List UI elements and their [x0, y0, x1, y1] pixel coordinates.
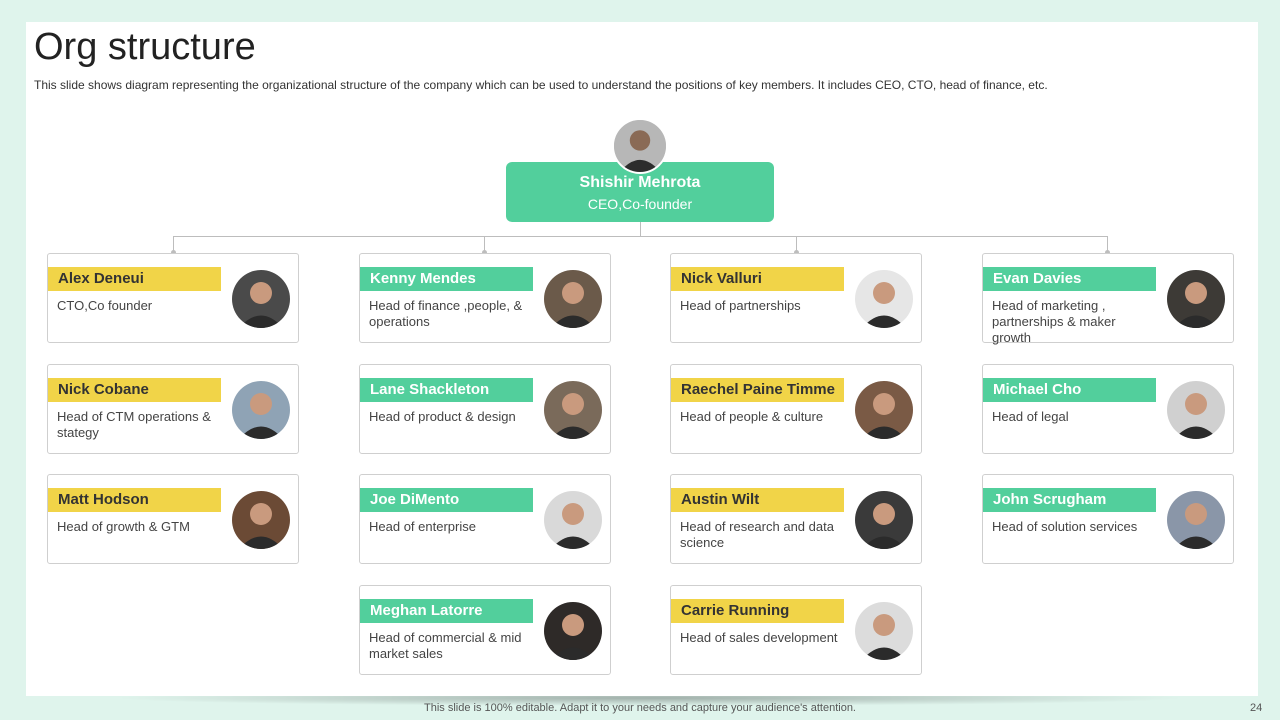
member-name: Alex Deneui — [48, 267, 221, 291]
person-photo-icon — [855, 270, 913, 328]
person-photo-icon — [544, 491, 602, 549]
person-photo-icon — [544, 602, 602, 660]
member-card[interactable]: Joe DiMento Head of enterprise — [359, 474, 611, 564]
member-avatar — [544, 381, 602, 439]
member-role: Head of marketing , partnerships & maker… — [992, 298, 1116, 345]
ceo-name: Shishir Mehrota — [579, 174, 701, 191]
member-name: Lane Shackleton — [360, 378, 533, 402]
ceo-role: CEO,Co-founder — [587, 196, 693, 212]
member-avatar — [1167, 491, 1225, 549]
member-card[interactable]: Carrie Running Head of sales development — [670, 585, 922, 675]
member-card[interactable]: Kenny Mendes Head of finance ,people, & o… — [359, 253, 611, 343]
member-name: Evan Davies — [983, 267, 1156, 291]
member-avatar — [855, 602, 913, 660]
member-role: Head of enterprise — [369, 519, 476, 534]
person-photo-icon — [855, 602, 913, 660]
member-card[interactable]: Matt Hodson Head of growth & GTM — [47, 474, 299, 564]
member-name: John Scrugham — [983, 488, 1156, 512]
member-avatar — [544, 491, 602, 549]
person-photo-icon — [1167, 270, 1225, 328]
member-card[interactable]: Evan Davies Head of marketing , partnersh… — [982, 253, 1234, 345]
member-avatar — [544, 602, 602, 660]
person-photo-icon — [614, 120, 666, 172]
member-role: Head of CTM operations & stategy — [57, 409, 211, 440]
person-photo-icon — [855, 381, 913, 439]
member-avatar — [1167, 381, 1225, 439]
member-card[interactable]: John Scrugham Head of solution services — [982, 474, 1234, 564]
member-card[interactable]: Raechel Paine Timme Head of people & cult… — [670, 364, 922, 454]
person-photo-icon — [232, 491, 290, 549]
person-photo-icon — [1167, 381, 1225, 439]
horizontal-connector — [173, 236, 1108, 237]
page-subtitle: This slide shows diagram representing th… — [34, 78, 1048, 92]
member-avatar — [1167, 270, 1225, 328]
member-role: Head of sales development — [680, 630, 838, 645]
member-name: Austin Wilt — [671, 488, 844, 512]
page-number: 24 — [1250, 702, 1263, 714]
member-role: Head of legal — [992, 409, 1069, 424]
person-photo-icon — [1167, 491, 1225, 549]
member-card[interactable]: Nick Valluri Head of partnerships — [670, 253, 922, 343]
member-role: Head of finance ,people, & operations — [369, 298, 523, 329]
member-card[interactable]: Meghan Latorre Head of commercial & mid m… — [359, 585, 611, 675]
footer-note: This slide is 100% editable. Adapt it to… — [424, 702, 856, 714]
member-role: Head of commercial & mid market sales — [369, 630, 522, 661]
member-card[interactable]: Alex Deneui CTO,Co founder — [47, 253, 299, 343]
person-photo-icon — [232, 270, 290, 328]
member-name: Raechel Paine Timme — [671, 378, 844, 402]
person-photo-icon — [232, 381, 290, 439]
member-role: Head of research and data science — [680, 519, 834, 550]
member-role: Head of people & culture — [680, 409, 824, 424]
member-name: Kenny Mendes — [360, 267, 533, 291]
member-name: Michael Cho — [983, 378, 1156, 402]
member-card[interactable]: Michael Cho Head of legal — [982, 364, 1234, 454]
member-role: Head of product & design — [369, 409, 516, 424]
member-name: Nick Valluri — [671, 267, 844, 291]
member-avatar — [544, 270, 602, 328]
member-name: Matt Hodson — [48, 488, 221, 512]
member-avatar — [232, 491, 290, 549]
member-role: CTO,Co founder — [57, 298, 153, 313]
member-avatar — [232, 381, 290, 439]
member-name: Meghan Latorre — [360, 599, 533, 623]
member-role: Head of partnerships — [680, 298, 801, 313]
member-card[interactable]: Nick Cobane Head of CTM operations & stat… — [47, 364, 299, 454]
person-photo-icon — [544, 381, 602, 439]
ceo-avatar — [612, 118, 668, 174]
member-name: Joe DiMento — [360, 488, 533, 512]
member-card[interactable]: Austin Wilt Head of research and data sci… — [670, 474, 922, 564]
member-name: Nick Cobane — [48, 378, 221, 402]
member-role: Head of growth & GTM — [57, 519, 190, 534]
person-photo-icon — [855, 491, 913, 549]
member-avatar — [855, 381, 913, 439]
member-avatar — [855, 270, 913, 328]
member-name: Carrie Running — [671, 599, 844, 623]
member-avatar — [855, 491, 913, 549]
member-role: Head of solution services — [992, 519, 1138, 534]
ceo-vertical-connector — [640, 222, 641, 237]
member-card[interactable]: Lane Shackleton Head of product & design — [359, 364, 611, 454]
member-avatar — [232, 270, 290, 328]
person-photo-icon — [544, 270, 602, 328]
page-title: Org structure — [34, 26, 256, 68]
